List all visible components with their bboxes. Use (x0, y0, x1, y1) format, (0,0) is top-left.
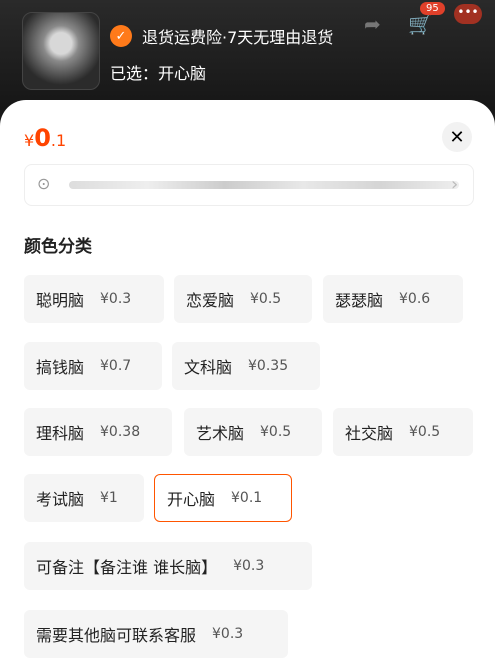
option-name: 文科脑 (184, 358, 233, 377)
option-name: 社交脑 (345, 424, 394, 443)
option-chip[interactable]: 考试脑 ¥1 (24, 474, 144, 522)
option-chip[interactable]: 瑟瑟脑 ¥0.6 (323, 275, 463, 323)
option-name: 开心脑 (167, 490, 216, 509)
guarantee-text: 退货运费险·7天无理由退货 (142, 28, 334, 47)
option-name: 艺术脑 (196, 424, 245, 443)
product-thumbnail[interactable] (22, 12, 100, 90)
option-price: ¥0.3 (233, 558, 265, 574)
cart-icon[interactable]: 🛒 (408, 12, 433, 36)
option-price: ¥0.38 (100, 424, 141, 440)
address-blurred (69, 181, 459, 189)
option-name: 可备注【备注谁 谁长脑】 (36, 558, 218, 577)
share-icon[interactable]: ➦ (364, 12, 381, 36)
option-price: ¥0.3 (212, 626, 244, 642)
option-name: 搞钱脑 (36, 358, 85, 377)
option-name: 考试脑 (36, 490, 85, 509)
option-chip[interactable]: 文科脑 ¥0.35 (172, 342, 320, 390)
address-selector[interactable]: ⊙ › (24, 164, 474, 206)
option-name: 恋爱脑 (186, 291, 235, 310)
option-price: ¥0.7 (100, 358, 132, 374)
chevron-right-icon: › (451, 174, 459, 195)
price-symbol: ¥ (24, 131, 35, 150)
price-decimal: .1 (50, 131, 67, 150)
option-chip[interactable]: 恋爱脑 ¥0.5 (174, 275, 312, 323)
option-price: ¥0.1 (231, 490, 263, 506)
header-bar: ✓ 退货运费险·7天无理由退货 已选：开心脑 ➦ 🛒 95 ••• (0, 0, 495, 110)
option-price: ¥0.5 (250, 291, 282, 307)
selected-variant-text: 已选：开心脑 (110, 64, 207, 83)
option-price: ¥0.3 (100, 291, 132, 307)
location-pin-icon: ⊙ (37, 174, 51, 193)
price-integer: 0 (34, 124, 51, 152)
option-chip-selected[interactable]: 开心脑 ¥0.1 (154, 474, 292, 522)
option-price: ¥0.6 (399, 291, 431, 307)
option-chip[interactable]: 可备注【备注谁 谁长脑】 ¥0.3 (24, 542, 312, 590)
option-chip[interactable]: 社交脑 ¥0.5 (333, 408, 473, 456)
section-title: 颜色分类 (24, 237, 92, 257)
cart-count-badge: 95 (420, 2, 445, 15)
option-price: ¥0.5 (260, 424, 292, 440)
option-chip[interactable]: 聪明脑 ¥0.3 (24, 275, 164, 323)
option-name: 瑟瑟脑 (335, 291, 384, 310)
check-shield-icon: ✓ (110, 25, 132, 47)
close-button[interactable]: ✕ (442, 122, 472, 152)
option-name: 理科脑 (36, 424, 85, 443)
price-display: ¥0.1 (24, 124, 66, 152)
option-chip[interactable]: 搞钱脑 ¥0.7 (24, 342, 162, 390)
more-icon[interactable]: ••• (454, 4, 482, 24)
option-price: ¥0.35 (248, 358, 289, 374)
option-price: ¥0.5 (409, 424, 441, 440)
option-chip[interactable]: 艺术脑 ¥0.5 (184, 408, 322, 456)
option-name: 聪明脑 (36, 291, 85, 310)
option-price: ¥1 (100, 490, 118, 506)
guarantee-badge: ✓ 退货运费险·7天无理由退货 (110, 24, 333, 48)
option-chip[interactable]: 需要其他脑可联系客服 ¥0.3 (24, 610, 288, 658)
option-name: 需要其他脑可联系客服 (36, 626, 197, 645)
option-chip[interactable]: 理科脑 ¥0.38 (24, 408, 172, 456)
sku-sheet: ¥0.1 ✕ ⊙ › 颜色分类 聪明脑 ¥0.3 恋爱脑 ¥0.5 瑟瑟脑 ¥0… (0, 100, 495, 660)
